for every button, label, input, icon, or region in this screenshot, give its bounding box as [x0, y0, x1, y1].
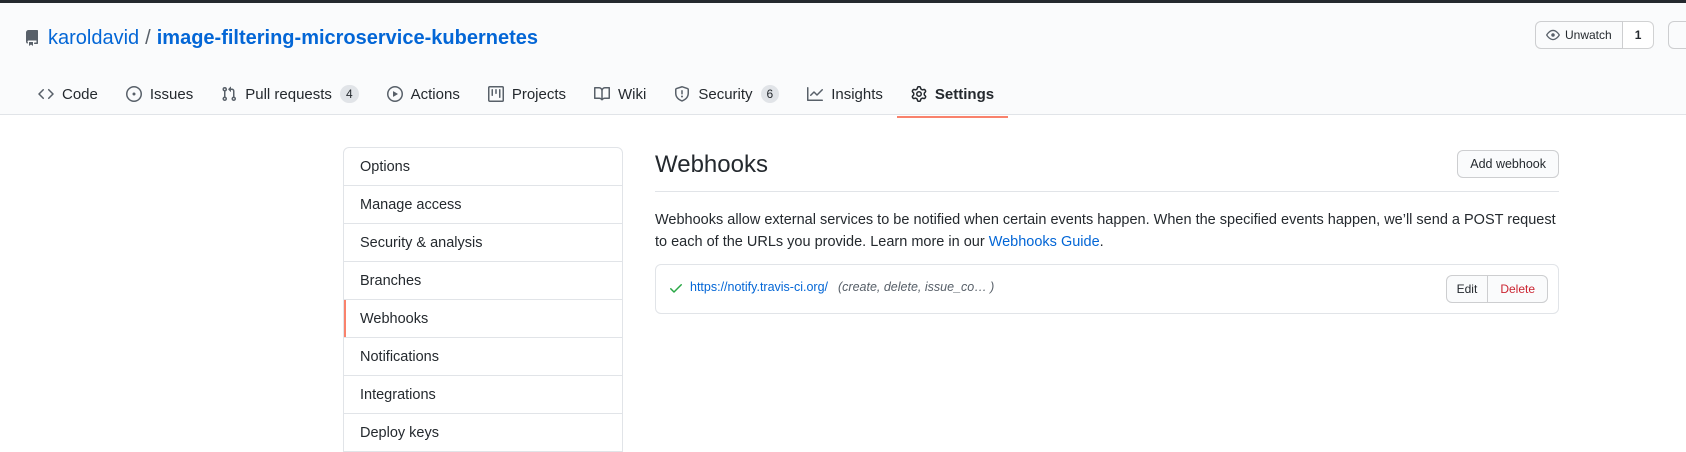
menu-item-branches[interactable]: Branches [344, 262, 622, 300]
pull-requests-count: 4 [339, 85, 359, 103]
repository-header: karoldavid / image-filtering-microservic… [0, 3, 1686, 118]
menu-item-options[interactable]: Options [344, 148, 622, 186]
graph-icon [807, 87, 824, 101]
settings-menu: Options Manage access Security & analysi… [343, 147, 623, 452]
tab-pull-requests[interactable]: Pull requests 4 [207, 70, 372, 118]
code-icon [38, 88, 54, 100]
tab-security-label: Security [698, 85, 753, 103]
tab-code[interactable]: Code [24, 70, 112, 118]
star-button[interactable] [1668, 21, 1686, 49]
tab-wiki[interactable]: Wiki [580, 70, 660, 118]
menu-item-deploy-keys[interactable]: Deploy keys [344, 414, 622, 452]
shield-icon [675, 86, 690, 102]
security-count: 6 [760, 85, 780, 103]
webhook-url-link[interactable]: https://notify.travis-ci.org/ [690, 280, 828, 294]
tab-issues[interactable]: Issues [112, 70, 207, 118]
unwatch-button[interactable]: Unwatch [1535, 21, 1623, 49]
description-text: Webhooks allow external services to be n… [655, 212, 1556, 250]
tab-projects-label: Projects [511, 85, 567, 103]
menu-item-manage-access[interactable]: Manage access [344, 186, 622, 224]
eye-icon [1546, 29, 1560, 41]
menu-item-integrations[interactable]: Integrations [344, 376, 622, 414]
webhook-events: (create, delete, issue_co… ) [838, 280, 995, 294]
tab-pull-requests-label: Pull requests [245, 85, 332, 103]
menu-item-security-analysis[interactable]: Security & analysis [344, 224, 622, 262]
play-icon [386, 86, 403, 102]
page-title: Webhooks [655, 151, 768, 178]
repo-separator: / [145, 26, 151, 49]
tab-issues-label: Issues [149, 85, 194, 103]
tab-insights[interactable]: Insights [793, 70, 897, 118]
webhooks-panel: Webhooks Add webhook Webhooks allow exte… [655, 147, 1559, 314]
webhooks-subhead: Webhooks Add webhook [655, 147, 1559, 192]
issue-icon [125, 86, 142, 102]
tab-insights-label: Insights [831, 85, 883, 103]
webhook-actions: Edit Delete [1445, 275, 1548, 303]
delete-webhook-button[interactable]: Delete [1488, 275, 1548, 303]
project-icon [487, 86, 504, 102]
tab-settings-label: Settings [934, 85, 995, 103]
book-icon [594, 86, 611, 101]
tab-actions[interactable]: Actions [373, 70, 474, 118]
webhooks-description: Webhooks allow external services to be n… [655, 209, 1559, 253]
tab-settings[interactable]: Settings [896, 70, 1009, 118]
webhooks-guide-link[interactable]: Webhooks Guide [989, 234, 1100, 250]
description-period: . [1099, 234, 1104, 250]
menu-item-webhooks[interactable]: Webhooks [344, 300, 622, 338]
tab-code-label: Code [62, 85, 98, 103]
repo-owner-link[interactable]: karoldavid [48, 27, 139, 50]
watch-button-group: Unwatch 1 [1535, 21, 1655, 49]
tab-security[interactable]: Security 6 [660, 70, 793, 118]
watch-count[interactable]: 1 [1622, 21, 1655, 49]
repo-title: karoldavid / image-filtering-microservic… [24, 23, 538, 53]
check-icon [668, 280, 684, 296]
repo-icon [24, 30, 40, 46]
webhook-list-item: https://notify.travis-ci.org/ (create, d… [655, 264, 1559, 314]
menu-item-notifications[interactable]: Notifications [344, 338, 622, 376]
tab-actions-label: Actions [410, 85, 460, 103]
pull-request-icon [222, 86, 237, 102]
repo-nav-tabs: Code Issues Pull requests 4 Actions Proj… [24, 70, 1009, 118]
unwatch-label: Unwatch [1565, 28, 1612, 42]
gear-icon [911, 86, 927, 102]
add-webhook-button[interactable]: Add webhook [1457, 150, 1559, 178]
edit-webhook-button[interactable]: Edit [1445, 275, 1489, 303]
repo-name-link[interactable]: image-filtering-microservice-kubernetes [157, 27, 538, 50]
tab-wiki-label: Wiki [618, 85, 647, 103]
tab-projects[interactable]: Projects [474, 70, 580, 118]
